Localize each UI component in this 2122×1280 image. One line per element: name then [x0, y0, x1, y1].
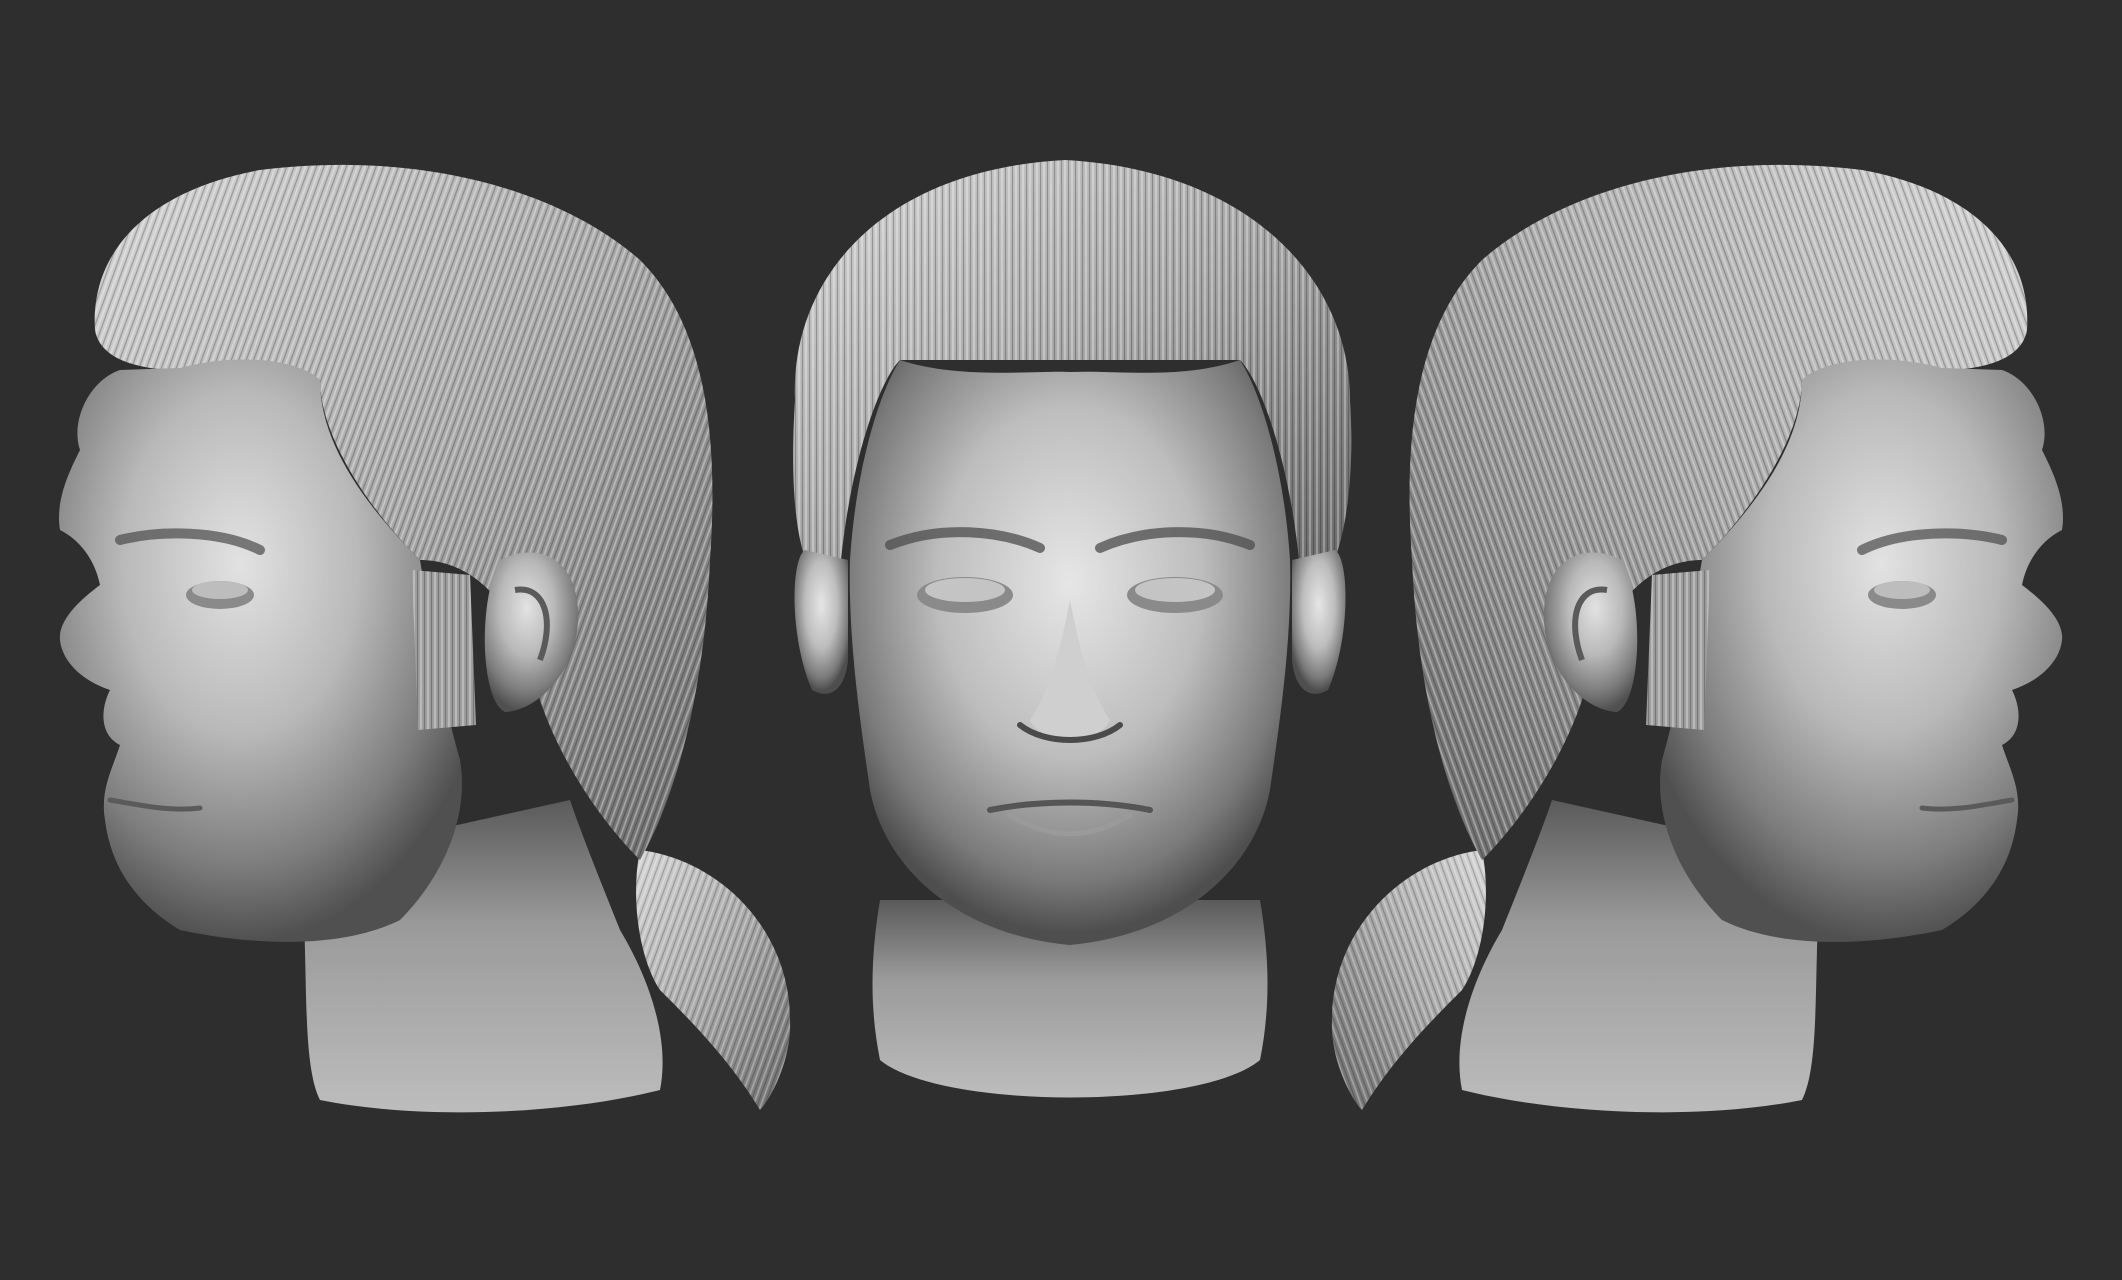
- sculpt-turnaround: [0, 0, 2122, 1280]
- sculpt-canvas: [0, 0, 2122, 1280]
